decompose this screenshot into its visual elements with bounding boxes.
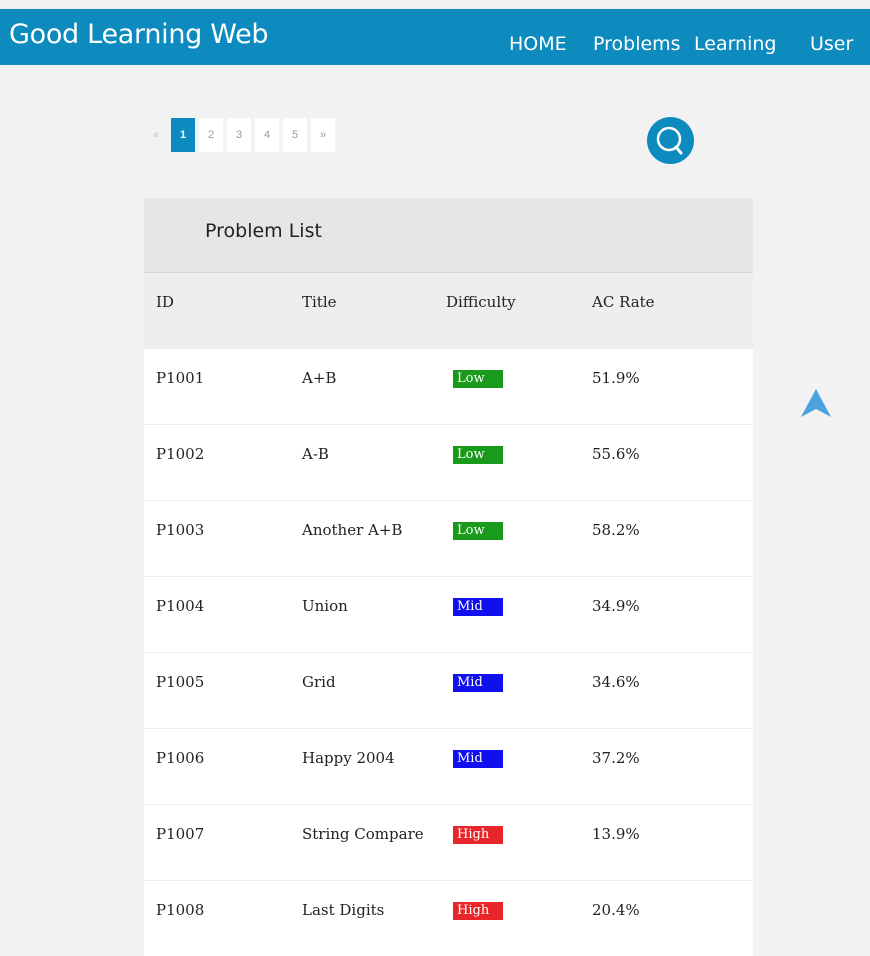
- ac-rate: 34.6%: [592, 673, 640, 691]
- table-row[interactable]: P1003 Another A+B Low 58.2%: [144, 501, 753, 577]
- column-header-title: Title: [302, 293, 337, 311]
- pagination-page-2[interactable]: 2: [199, 118, 223, 152]
- problem-id: P1007: [156, 825, 205, 843]
- table-row[interactable]: P1004 Union Mid 34.9%: [144, 577, 753, 653]
- problem-id: P1004: [156, 597, 205, 615]
- problem-id: P1003: [156, 521, 205, 539]
- pagination-page-3[interactable]: 3: [227, 118, 251, 152]
- difficulty-badge: High: [453, 902, 503, 920]
- ac-rate: 13.9%: [592, 825, 640, 843]
- problem-title[interactable]: A-B: [302, 445, 329, 463]
- ac-rate: 20.4%: [592, 901, 640, 919]
- pagination-page-5[interactable]: 5: [283, 118, 307, 152]
- nav-home[interactable]: HOME: [509, 31, 567, 57]
- problem-id: P1008: [156, 901, 205, 919]
- panel-title: Problem List: [205, 220, 322, 242]
- problem-id: P1006: [156, 749, 205, 767]
- pagination-page-4[interactable]: 4: [255, 118, 279, 152]
- ac-rate: 34.9%: [592, 597, 640, 615]
- nav-problems[interactable]: Problems: [593, 31, 681, 57]
- column-header-id: ID: [156, 293, 174, 311]
- panel-heading: Problem List: [144, 198, 753, 273]
- problem-id: P1001: [156, 369, 205, 387]
- problem-title[interactable]: A+B: [302, 369, 336, 387]
- pagination-next[interactable]: »: [311, 118, 335, 152]
- pagination-prev[interactable]: «: [145, 118, 167, 152]
- ac-rate: 51.9%: [592, 369, 640, 387]
- difficulty-badge: Low: [453, 522, 503, 540]
- problem-id: P1002: [156, 445, 205, 463]
- difficulty-badge: Mid: [453, 750, 503, 768]
- problem-title[interactable]: Union: [302, 597, 348, 615]
- difficulty-badge: Low: [453, 370, 503, 388]
- search-icon: [656, 126, 683, 155]
- nav-user[interactable]: User: [810, 31, 853, 57]
- pagination: « 1 2 3 4 5 »: [145, 118, 339, 152]
- top-navbar: Good Learning Web HOME Problems Learning…: [0, 9, 870, 65]
- problem-title[interactable]: Happy 2004: [302, 749, 395, 767]
- problem-title[interactable]: Another A+B: [302, 521, 402, 539]
- back-to-top-button[interactable]: [800, 388, 832, 418]
- difficulty-badge: High: [453, 826, 503, 844]
- ac-rate: 55.6%: [592, 445, 640, 463]
- problem-title[interactable]: Last Digits: [302, 901, 384, 919]
- difficulty-badge: Low: [453, 446, 503, 464]
- search-button[interactable]: [647, 117, 694, 164]
- problem-title[interactable]: Grid: [302, 673, 336, 691]
- table-header: ID Title Difficulty AC Rate: [144, 273, 753, 349]
- arrow-up-icon: [801, 389, 831, 417]
- column-header-difficulty: Difficulty: [446, 293, 516, 311]
- table-row[interactable]: P1001 A+B Low 51.9%: [144, 349, 753, 425]
- ac-rate: 58.2%: [592, 521, 640, 539]
- ac-rate: 37.2%: [592, 749, 640, 767]
- difficulty-badge: Mid: [453, 674, 503, 692]
- difficulty-badge: Mid: [453, 598, 503, 616]
- pagination-page-1[interactable]: 1: [171, 118, 195, 152]
- column-header-ac-rate: AC Rate: [592, 293, 655, 311]
- table-body: P1001 A+B Low 51.9% P1002 A-B Low 55.6% …: [144, 349, 753, 956]
- table-row[interactable]: P1005 Grid Mid 34.6%: [144, 653, 753, 729]
- table-row[interactable]: P1008 Last Digits High 20.4%: [144, 881, 753, 956]
- table-row[interactable]: P1007 String Compare High 13.9%: [144, 805, 753, 881]
- table-row[interactable]: P1006 Happy 2004 Mid 37.2%: [144, 729, 753, 805]
- brand-logo-text[interactable]: Good Learning Web: [9, 17, 269, 53]
- problem-title[interactable]: String Compare: [302, 825, 424, 843]
- nav-learning[interactable]: Learning: [694, 31, 777, 57]
- problem-list-panel: Problem List ID Title Difficulty AC Rate…: [144, 198, 753, 956]
- problem-id: P1005: [156, 673, 205, 691]
- table-row[interactable]: P1002 A-B Low 55.6%: [144, 425, 753, 501]
